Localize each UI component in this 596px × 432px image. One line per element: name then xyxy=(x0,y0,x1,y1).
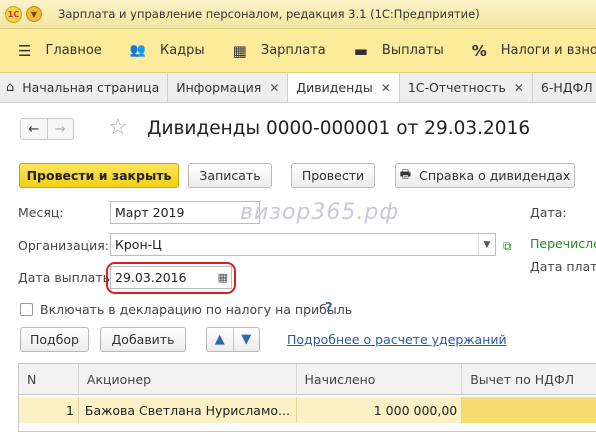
cell-deduction[interactable] xyxy=(462,397,596,423)
percent-icon: % xyxy=(471,41,487,60)
cell-shareholder[interactable]: Бажова Светлана Нурисламо... xyxy=(79,397,297,423)
tab-dividends[interactable]: Дивиденды ✕ xyxy=(288,73,400,102)
pay-date-label: Дата выплаты: xyxy=(18,270,117,285)
select-button[interactable]: Подбор xyxy=(20,327,89,352)
payment-date-label: Дата плате xyxy=(530,259,596,274)
declaration-checkbox-label: Включать в декларацию по налогу на прибы… xyxy=(40,302,353,317)
menu-payments-label: Выплаты xyxy=(381,43,444,58)
forward-arrow-icon[interactable]: → xyxy=(48,119,74,139)
add-label: Добавить xyxy=(111,332,175,347)
tab-home-label: Начальная страница xyxy=(22,80,160,95)
open-link-icon[interactable]: ⧉ xyxy=(503,239,512,254)
tab-information[interactable]: Информация ✕ xyxy=(168,73,289,102)
details-link[interactable]: Подробнее о расчете удержаний xyxy=(287,332,507,347)
shareholders-table: N Акционер Начислено Вычет по НДФЛ 1 Баж… xyxy=(18,363,596,432)
month-field[interactable]: Март 2019 xyxy=(110,201,260,224)
month-value: Март 2019 xyxy=(115,205,185,220)
transferred-label: Перечисле xyxy=(530,236,596,251)
watermark: визор365.рф xyxy=(240,200,400,225)
menu-taxes[interactable]: % Налоги и взносы xyxy=(444,29,596,73)
move-buttons: ▲ ▼ xyxy=(206,327,260,352)
tab-home[interactable]: ⌂ Начальная страница xyxy=(0,73,169,102)
main-menu-button[interactable]: ▼ xyxy=(26,6,42,22)
tab-6ndfl-label: 6-НДФЛ за xyxy=(540,80,596,95)
chevron-down-icon: ▼ xyxy=(30,9,38,19)
save-button[interactable]: Записать xyxy=(188,163,272,188)
table-header: N Акционер Начислено Вычет по НДФЛ xyxy=(19,364,596,395)
tab-reporting-label: 1С-Отчетность xyxy=(407,80,506,95)
menu-icon: ☰ xyxy=(18,41,32,60)
section-menu: ☰ Главное 👥 Кадры ▦ Зарплата ▬ Выплаты %… xyxy=(0,29,596,73)
date-label: Дата: xyxy=(530,205,567,220)
organization-field[interactable]: Крон-Ц ▼ xyxy=(110,233,496,256)
add-button[interactable]: Добавить xyxy=(100,327,186,352)
document-title: Дивиденды 0000-000001 от 29.03.2016 xyxy=(147,118,531,139)
tab-reporting[interactable]: 1С-Отчетность ✕ xyxy=(400,73,533,102)
organization-label: Организация: xyxy=(18,238,109,253)
highlight-annotation xyxy=(106,262,236,294)
menu-salary[interactable]: ▦ Зарплата xyxy=(205,29,326,73)
post-label: Провести xyxy=(301,168,365,183)
tab-bar: ⌂ Начальная страница Информация ✕ Дивиде… xyxy=(0,73,596,103)
people-icon: 👥 xyxy=(129,43,146,58)
menu-main-label: Главное xyxy=(45,43,102,58)
chevron-down-icon[interactable]: ▼ xyxy=(478,234,495,255)
column-n[interactable]: N xyxy=(19,364,79,394)
menu-personnel[interactable]: 👥 Кадры xyxy=(102,29,205,73)
close-icon[interactable]: ✕ xyxy=(514,81,524,95)
menu-payments[interactable]: ▬ Выплаты xyxy=(326,29,444,73)
column-deduction[interactable]: Вычет по НДФЛ xyxy=(462,364,596,394)
back-arrow-icon[interactable]: ← xyxy=(21,119,48,139)
month-label: Месяц: xyxy=(18,205,64,220)
wallet-icon: ▬ xyxy=(353,41,368,60)
help-icon[interactable]: ? xyxy=(325,301,333,316)
select-label: Подбор xyxy=(30,332,79,347)
calculator-icon: ▦ xyxy=(232,41,247,60)
table-row[interactable]: 1 Бажова Светлана Нурисламо... 1 000 000… xyxy=(19,397,596,423)
title-bar: 1С ▼ Зарплата и управление персоналом, р… xyxy=(0,0,596,29)
menu-main[interactable]: ☰ Главное xyxy=(0,29,102,73)
close-icon[interactable]: ✕ xyxy=(381,81,391,95)
menu-taxes-label: Налоги и взносы xyxy=(500,43,596,58)
declaration-checkbox[interactable] xyxy=(20,303,33,316)
tab-dividends-label: Дивиденды xyxy=(296,80,373,95)
post-and-close-label: Провести и закрыть xyxy=(26,168,172,183)
column-accrued[interactable]: Начислено xyxy=(297,364,463,394)
history-nav: ← → xyxy=(20,118,74,140)
close-icon[interactable]: ✕ xyxy=(269,81,279,95)
favorite-star-icon[interactable]: ☆ xyxy=(108,115,128,140)
move-down-icon[interactable]: ▼ xyxy=(234,328,260,351)
window-title: Зарплата и управление персоналом, редакц… xyxy=(58,7,480,21)
menu-salary-label: Зарплата xyxy=(260,43,326,58)
move-up-icon[interactable]: ▲ xyxy=(207,328,234,351)
post-and-close-button[interactable]: Провести и закрыть xyxy=(19,163,179,188)
tab-information-label: Информация xyxy=(176,80,262,95)
dividend-report-button[interactable]: 🖶 Справка о дивидендах xyxy=(395,163,575,188)
tab-6ndfl[interactable]: 6-НДФЛ за xyxy=(533,73,596,102)
cell-n[interactable]: 1 xyxy=(19,397,79,423)
post-button[interactable]: Провести xyxy=(291,163,375,188)
save-label: Записать xyxy=(199,168,261,183)
organization-value: Крон-Ц xyxy=(115,237,162,252)
menu-personnel-label: Кадры xyxy=(159,43,205,58)
home-icon: ⌂ xyxy=(6,80,15,95)
column-shareholder[interactable]: Акционер xyxy=(79,364,297,394)
cell-accrued[interactable]: 1 000 000,00 xyxy=(297,397,463,423)
dividend-report-label: Справка о дивидендах xyxy=(419,168,571,183)
app-logo: 1С xyxy=(5,5,22,23)
printer-icon: 🖶 xyxy=(399,167,412,181)
